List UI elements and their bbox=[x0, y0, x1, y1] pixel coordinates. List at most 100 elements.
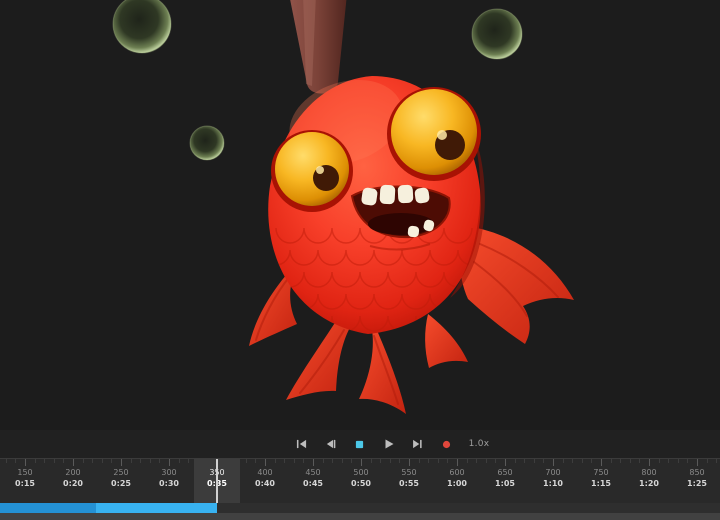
seek-bar-progress bbox=[0, 503, 217, 513]
ruler-tick-minor bbox=[294, 459, 295, 463]
timeline-marker-label: 7001:10 bbox=[543, 468, 563, 490]
ruler-tick-minor bbox=[102, 459, 103, 463]
seek-bar[interactable] bbox=[0, 503, 720, 513]
ruler-tick-minor bbox=[380, 459, 381, 463]
timeline-marker-label: 5000:50 bbox=[351, 468, 371, 490]
ruler-tick-minor bbox=[524, 459, 525, 463]
play-button[interactable] bbox=[378, 434, 400, 454]
ruler-tick-major bbox=[649, 459, 650, 466]
ruler-tick-minor bbox=[467, 459, 468, 463]
ruler-tick-minor bbox=[44, 459, 45, 463]
skip-to-start-button[interactable] bbox=[291, 434, 313, 454]
ruler-tick-minor bbox=[543, 459, 544, 463]
preview-stage bbox=[0, 0, 720, 430]
ruler-tick-minor bbox=[447, 459, 448, 463]
ruler-tick-minor bbox=[255, 459, 256, 463]
ruler-tick-minor bbox=[83, 459, 84, 463]
ruler-tick-major bbox=[265, 459, 266, 466]
ruler-tick-minor bbox=[659, 459, 660, 463]
ruler-tick-minor bbox=[428, 459, 429, 463]
transport-button-group: 1.0x bbox=[291, 434, 490, 454]
timeline-marker-label: 1500:15 bbox=[15, 468, 35, 490]
ruler-tick-minor bbox=[390, 459, 391, 463]
ruler-tick-major bbox=[73, 459, 74, 466]
timeline-marker-label: 8501:25 bbox=[687, 468, 707, 490]
timeline-marker-label: 3000:30 bbox=[159, 468, 179, 490]
timeline-marker-label: 6001:00 bbox=[447, 468, 467, 490]
ruler-tick-minor bbox=[323, 459, 324, 463]
ruler-tick-minor bbox=[419, 459, 420, 463]
ruler-tick-minor bbox=[563, 459, 564, 463]
ruler-tick-minor bbox=[591, 459, 592, 463]
stage-artwork bbox=[0, 0, 720, 430]
ruler-tick-minor bbox=[332, 459, 333, 463]
ruler-tick-minor bbox=[159, 459, 160, 463]
timeline-marker-label: 4500:45 bbox=[303, 468, 323, 490]
ruler-tick-minor bbox=[246, 459, 247, 463]
ruler-tick-major bbox=[313, 459, 314, 466]
ruler-tick-major bbox=[505, 459, 506, 466]
bubble bbox=[190, 126, 224, 160]
ruler-tick-minor bbox=[534, 459, 535, 463]
ruler-tick-minor bbox=[707, 459, 708, 463]
ruler-tick-minor bbox=[630, 459, 631, 463]
ruler-tick-major bbox=[553, 459, 554, 466]
left-eye bbox=[271, 130, 353, 212]
ruler-tick-minor bbox=[678, 459, 679, 463]
ruler-tick-minor bbox=[371, 459, 372, 463]
playback-controls-bar: 1.0x bbox=[0, 430, 720, 458]
ruler-tick-minor bbox=[399, 459, 400, 463]
ruler-tick-minor bbox=[611, 459, 612, 463]
ruler-tick-minor bbox=[668, 459, 669, 463]
cone-hat-icon bbox=[289, 0, 347, 94]
ruler-tick-minor bbox=[572, 459, 573, 463]
ruler-tick-minor bbox=[150, 459, 151, 463]
ruler-tick-major bbox=[457, 459, 458, 466]
ruler-tick-major bbox=[169, 459, 170, 466]
timeline-ruler[interactable]: 350 0:35 1500:152000:202500:253000:30400… bbox=[0, 458, 720, 503]
ruler-tick-minor bbox=[15, 459, 16, 463]
ruler-tick-major bbox=[25, 459, 26, 466]
ruler-tick-major bbox=[409, 459, 410, 466]
ruler-tick-minor bbox=[303, 459, 304, 463]
ruler-tick-minor bbox=[495, 459, 496, 463]
ruler-tick-minor bbox=[486, 459, 487, 463]
ruler-tick-minor bbox=[476, 459, 477, 463]
timeline-marker-label: 6501:05 bbox=[495, 468, 515, 490]
ruler-tick-minor bbox=[131, 459, 132, 463]
ruler-tick-minor bbox=[438, 459, 439, 463]
playback-speed-label[interactable]: 1.0x bbox=[469, 439, 490, 449]
ruler-tick-major bbox=[361, 459, 362, 466]
ruler-tick-minor bbox=[515, 459, 516, 463]
record-button[interactable] bbox=[436, 434, 458, 454]
ruler-tick-minor bbox=[179, 459, 180, 463]
ruler-tick-major bbox=[697, 459, 698, 466]
timeline-marker-label: 4000:40 bbox=[255, 468, 275, 490]
timeline-marker-label: 5500:55 bbox=[399, 468, 419, 490]
playhead-line[interactable] bbox=[216, 459, 218, 503]
seek-bar-progress-bright bbox=[96, 503, 217, 513]
ruler-tick-minor bbox=[6, 459, 7, 463]
next-frame-button[interactable] bbox=[407, 434, 429, 454]
ruler-tick-minor bbox=[582, 459, 583, 463]
right-eye bbox=[387, 87, 481, 181]
ruler-tick-minor bbox=[342, 459, 343, 463]
ruler-tick-major bbox=[601, 459, 602, 466]
ruler-tick-minor bbox=[351, 459, 352, 463]
ruler-tick-minor bbox=[687, 459, 688, 463]
ruler-tick-minor bbox=[639, 459, 640, 463]
ruler-tick-minor bbox=[284, 459, 285, 463]
ruler-tick-minor bbox=[275, 459, 276, 463]
ruler-tick-minor bbox=[35, 459, 36, 463]
ruler-tick-minor bbox=[111, 459, 112, 463]
timeline-marker-label: 2500:25 bbox=[111, 468, 131, 490]
previous-frame-button[interactable] bbox=[320, 434, 342, 454]
bubble bbox=[472, 9, 522, 59]
stop-button[interactable] bbox=[349, 434, 371, 454]
ruler-tick-minor bbox=[620, 459, 621, 463]
ruler-tick-minor bbox=[140, 459, 141, 463]
animation-player-window: 1.0x 350 0:35 1500:152000:202500:253000:… bbox=[0, 0, 720, 520]
ruler-tick-minor bbox=[92, 459, 93, 463]
ruler-tick-major bbox=[121, 459, 122, 466]
timeline-marker-label: 2000:20 bbox=[63, 468, 83, 490]
